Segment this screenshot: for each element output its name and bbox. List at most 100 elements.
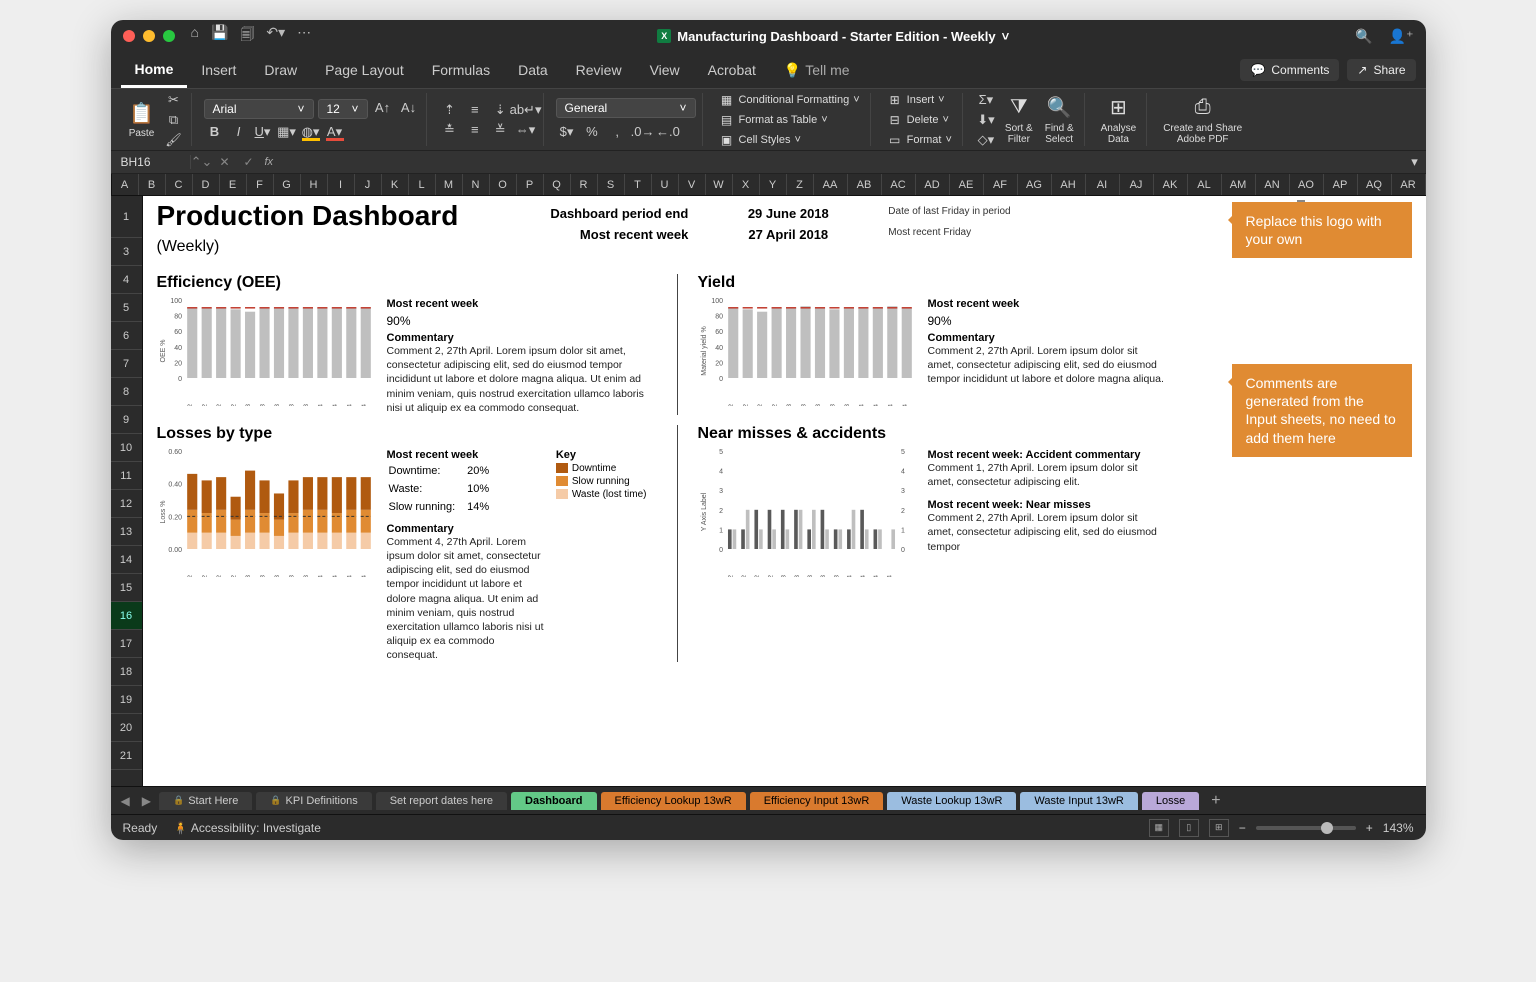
row-9[interactable]: 9 (111, 406, 142, 434)
ribbon-tab-data[interactable]: Data (504, 52, 562, 88)
ribbon-tab-insert[interactable]: Insert (187, 52, 250, 88)
autosum-button[interactable]: Σ▾ (975, 91, 997, 109)
col-Z[interactable]: Z (787, 174, 814, 195)
col-AG[interactable]: AG (1018, 174, 1052, 195)
save-icon[interactable]: 💾 (211, 24, 228, 48)
normal-view-button[interactable]: ▦ (1149, 819, 1169, 837)
cancel-formula-button[interactable]: ✕ (213, 155, 237, 169)
ribbon-tab-draw[interactable]: Draw (250, 52, 311, 88)
fill-button[interactable]: ⬇▾ (975, 111, 997, 129)
close-window-button[interactable] (123, 30, 135, 42)
cut-button[interactable]: ✂ (163, 91, 185, 109)
align-center-button[interactable]: ≡ (464, 121, 486, 139)
ribbon-tab-page-layout[interactable]: Page Layout (311, 52, 418, 88)
sort-filter-button[interactable]: ⧩Sort & Filter (1001, 95, 1037, 145)
col-T[interactable]: T (625, 174, 652, 195)
align-middle-button[interactable]: ≡ (464, 100, 486, 118)
col-L[interactable]: L (409, 174, 436, 195)
row-5[interactable]: 5 (111, 294, 142, 322)
bold-button[interactable]: B (204, 123, 226, 141)
percent-button[interactable]: % (581, 122, 603, 140)
conditional-formatting-button[interactable]: ▦Conditional Formatting ˅ (715, 91, 864, 109)
col-H[interactable]: H (301, 174, 328, 195)
sheet-tab-efficiency-lookup-13wr[interactable]: Efficiency Lookup 13wR (601, 792, 746, 810)
row-3[interactable]: 3 (111, 238, 142, 266)
col-R[interactable]: R (571, 174, 598, 195)
col-AH[interactable]: AH (1052, 174, 1086, 195)
expand-formula-bar-icon[interactable]: ▾ (1404, 153, 1426, 171)
save-as-icon[interactable]: 🗐 (240, 24, 254, 48)
col-D[interactable]: D (193, 174, 220, 195)
number-format-select[interactable]: General˅ (556, 98, 696, 118)
scroll-tabs-right-button[interactable]: ▶ (138, 794, 155, 808)
row-18[interactable]: 18 (111, 658, 142, 686)
scroll-tabs-left-button[interactable]: ◀ (117, 794, 134, 808)
font-name-select[interactable]: Arial˅ (204, 99, 314, 119)
row-21[interactable]: 21 (111, 742, 142, 770)
row-6[interactable]: 6 (111, 322, 142, 350)
col-V[interactable]: V (679, 174, 706, 195)
analyse-data-button[interactable]: ⊞Analyse Data (1097, 95, 1141, 145)
page-layout-view-button[interactable]: ▯ (1179, 819, 1199, 837)
col-AK[interactable]: AK (1154, 174, 1188, 195)
row-17[interactable]: 17 (111, 630, 142, 658)
wrap-text-button[interactable]: ab↵▾ (515, 101, 537, 119)
ribbon-tab-home[interactable]: Home (121, 52, 188, 88)
row-7[interactable]: 7 (111, 350, 142, 378)
col-O[interactable]: O (490, 174, 517, 195)
account-icon[interactable]: 👤⁺ (1389, 28, 1414, 45)
row-1[interactable]: 1 (111, 196, 142, 238)
col-B[interactable]: B (139, 174, 166, 195)
new-sheet-button[interactable]: + (1203, 792, 1228, 810)
row-11[interactable]: 11 (111, 462, 142, 490)
col-K[interactable]: K (382, 174, 409, 195)
col-P[interactable]: P (517, 174, 544, 195)
col-AC[interactable]: AC (882, 174, 916, 195)
search-icon[interactable]: 🔍 (1355, 28, 1372, 45)
paste-button[interactable]: 📋Paste (125, 100, 159, 139)
page-break-view-button[interactable]: ⊞ (1209, 819, 1229, 837)
align-left-button[interactable]: ≛ (439, 121, 461, 139)
col-C[interactable]: C (166, 174, 193, 195)
zoom-out-button[interactable]: − (1239, 821, 1246, 835)
col-W[interactable]: W (706, 174, 733, 195)
sheet-tab-efficiency-input-13wr[interactable]: Efficiency Input 13wR (750, 792, 884, 810)
adobe-pdf-button[interactable]: ⎙Create and Share Adobe PDF (1159, 95, 1246, 145)
align-bottom-button[interactable]: ⇣ (489, 101, 511, 119)
sheet-tab-start-here[interactable]: Start Here (159, 792, 252, 810)
clear-button[interactable]: ◇▾ (975, 131, 997, 149)
sheet-tab-kpi-definitions[interactable]: KPI Definitions (256, 792, 371, 810)
row-12[interactable]: 12 (111, 490, 142, 518)
zoom-percent[interactable]: 143% (1383, 821, 1414, 835)
format-cells-button[interactable]: ▭Format ˅ (883, 131, 956, 149)
share-button[interactable]: ↗Share (1347, 59, 1415, 81)
font-color-button[interactable]: A▾ (324, 123, 346, 141)
col-E[interactable]: E (220, 174, 247, 195)
col-AB[interactable]: AB (848, 174, 882, 195)
col-U[interactable]: U (652, 174, 679, 195)
minimize-window-button[interactable] (143, 30, 155, 42)
border-button[interactable]: ▦▾ (276, 123, 298, 141)
namebox-dropdown-icon[interactable]: ⌃⌄ (191, 153, 213, 171)
sheet-tab-dashboard[interactable]: Dashboard (511, 792, 596, 810)
col-AI[interactable]: AI (1086, 174, 1120, 195)
col-M[interactable]: M (436, 174, 463, 195)
align-top-button[interactable]: ⇡ (439, 101, 461, 119)
col-AE[interactable]: AE (950, 174, 984, 195)
col-AL[interactable]: AL (1188, 174, 1222, 195)
find-select-button[interactable]: 🔍Find & Select (1041, 95, 1078, 145)
format-as-table-button[interactable]: ▤Format as Table ˅ (715, 111, 864, 129)
col-AF[interactable]: AF (984, 174, 1018, 195)
more-icon[interactable]: ⋯ (297, 24, 311, 48)
align-right-button[interactable]: ≚ (489, 121, 511, 139)
copy-button[interactable]: ⧉ (163, 111, 185, 129)
currency-button[interactable]: $▾ (556, 123, 578, 141)
sheet-tab-losse[interactable]: Losse (1142, 792, 1199, 810)
increase-decimal-button[interactable]: .0→ (632, 122, 654, 140)
row-15[interactable]: 15 (111, 574, 142, 602)
row-19[interactable]: 19 (111, 686, 142, 714)
fullscreen-window-button[interactable] (163, 30, 175, 42)
col-I[interactable]: I (328, 174, 355, 195)
decrease-decimal-button[interactable]: ←.0 (657, 122, 679, 140)
sheet-tab-set-report-dates-here[interactable]: Set report dates here (376, 792, 507, 810)
